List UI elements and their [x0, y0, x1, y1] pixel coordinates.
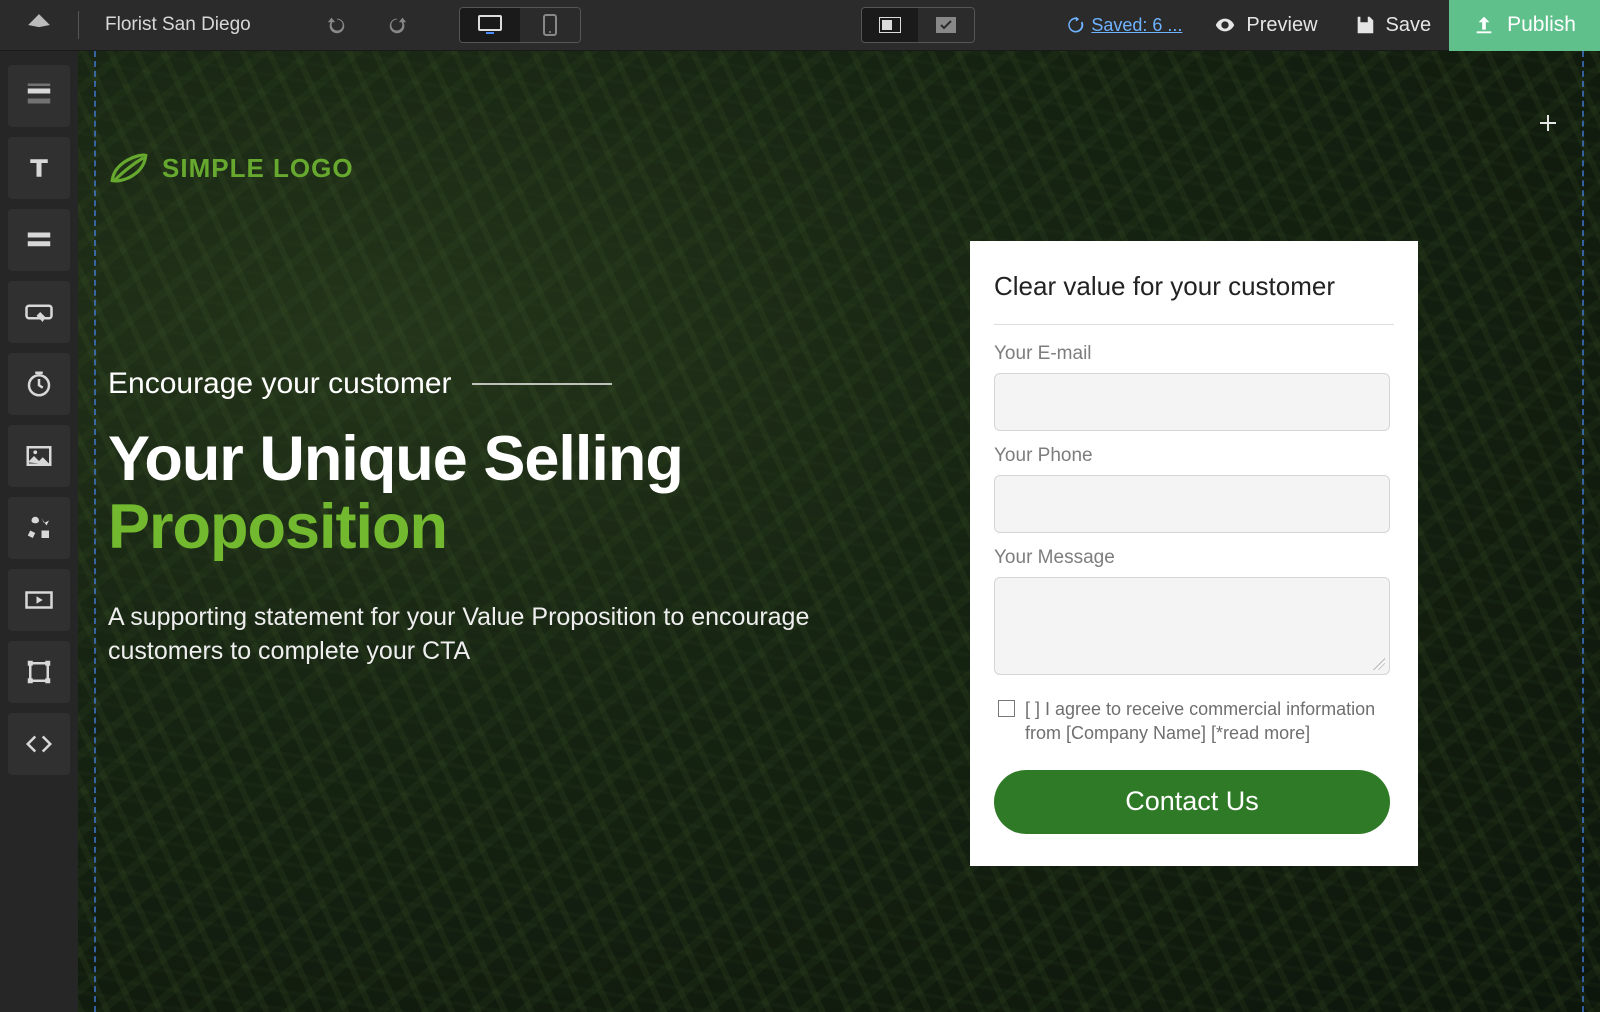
- code-tool[interactable]: [8, 713, 70, 775]
- form-icon: [24, 225, 54, 255]
- add-element-button[interactable]: [1532, 107, 1564, 139]
- form-title[interactable]: Clear value for your customer: [994, 271, 1394, 302]
- eye-icon: [1214, 14, 1236, 36]
- divider: [994, 324, 1394, 325]
- device-switcher: [459, 7, 581, 43]
- phone-label: Your Phone: [994, 445, 1394, 467]
- icons-icon: [24, 513, 54, 543]
- text-icon: [24, 153, 54, 183]
- redo-button[interactable]: [367, 9, 427, 41]
- eyebrow-text: Encourage your customer: [108, 367, 452, 401]
- saved-status-link[interactable]: Saved: 6 ...: [1051, 15, 1196, 36]
- view-toggle: [861, 7, 975, 43]
- preview-button[interactable]: Preview: [1196, 14, 1335, 37]
- undo-button[interactable]: [307, 9, 367, 41]
- guide-right: [1582, 51, 1584, 1012]
- timer-tool[interactable]: [8, 353, 70, 415]
- email-label: Your E-mail: [994, 343, 1394, 365]
- contact-form-card[interactable]: Clear value for your customer Your E-mai…: [970, 241, 1418, 866]
- save-button[interactable]: Save: [1336, 14, 1450, 37]
- headline-line1: Your Unique Selling: [108, 424, 683, 494]
- code-icon: [24, 729, 54, 759]
- guide-left: [94, 51, 96, 1012]
- video-icon: [24, 585, 54, 615]
- email-field[interactable]: [994, 373, 1390, 431]
- subcopy[interactable]: A supporting statement for your Value Pr…: [108, 601, 848, 669]
- form-tool[interactable]: [8, 209, 70, 271]
- page-logo[interactable]: SIMPLE LOGO: [108, 149, 354, 187]
- cta-label: Contact Us: [1125, 786, 1259, 817]
- text-tool[interactable]: [8, 137, 70, 199]
- toggle-layout-button[interactable]: [862, 8, 918, 42]
- button-icon: [24, 297, 54, 327]
- upload-icon: [1473, 14, 1495, 36]
- message-field[interactable]: [994, 577, 1390, 675]
- section-icon: [24, 81, 54, 111]
- consent-checkbox[interactable]: [998, 700, 1015, 717]
- icons-tool[interactable]: [8, 497, 70, 559]
- section-tool[interactable]: [8, 65, 70, 127]
- publish-button[interactable]: Publish: [1449, 0, 1600, 51]
- logo-text: SIMPLE LOGO: [162, 153, 354, 184]
- consent-row[interactable]: [ ] I agree to receive commercial inform…: [994, 697, 1394, 746]
- leaf-icon: [108, 149, 150, 187]
- save-label: Save: [1386, 14, 1432, 37]
- mobile-icon: [543, 14, 557, 36]
- shape-icon: [24, 657, 54, 687]
- phone-field[interactable]: [994, 475, 1390, 533]
- redo-icon: [386, 14, 408, 36]
- eyebrow-row[interactable]: Encourage your customer: [108, 367, 612, 401]
- history-icon: [1065, 15, 1085, 35]
- left-tool-rail: [0, 51, 78, 1012]
- toggle-check-button[interactable]: [918, 8, 974, 42]
- image-icon: [24, 441, 54, 471]
- project-title[interactable]: Florist San Diego: [79, 14, 277, 36]
- message-label: Your Message: [994, 547, 1394, 569]
- video-tool[interactable]: [8, 569, 70, 631]
- shape-tool[interactable]: [8, 641, 70, 703]
- app-logo[interactable]: [0, 0, 78, 50]
- preview-label: Preview: [1246, 14, 1317, 37]
- headline[interactable]: Your Unique Selling Proposition: [108, 425, 868, 561]
- consent-text: [ ] I agree to receive commercial inform…: [1025, 697, 1390, 746]
- desktop-icon: [478, 15, 502, 35]
- plus-icon: [1536, 111, 1560, 135]
- headline-accent: Proposition: [108, 492, 447, 562]
- brand-mark-icon: [26, 12, 52, 38]
- layout-icon: [879, 17, 901, 33]
- button-tool[interactable]: [8, 281, 70, 343]
- device-mobile-button[interactable]: [520, 8, 580, 42]
- check-icon: [936, 17, 956, 33]
- history-controls: [307, 9, 427, 41]
- contact-submit-button[interactable]: Contact Us: [994, 770, 1390, 834]
- top-toolbar: Florist San Diego Saved: 6 ... Preview: [0, 0, 1600, 51]
- eyebrow-rule: [472, 383, 612, 385]
- publish-label: Publish: [1507, 13, 1576, 37]
- image-tool[interactable]: [8, 425, 70, 487]
- undo-icon: [326, 14, 348, 36]
- timer-icon: [24, 369, 54, 399]
- saved-label: Saved: 6 ...: [1091, 15, 1182, 36]
- device-desktop-button[interactable]: [460, 8, 520, 42]
- save-icon: [1354, 14, 1376, 36]
- editor-canvas[interactable]: SIMPLE LOGO Encourage your customer Your…: [78, 51, 1600, 1012]
